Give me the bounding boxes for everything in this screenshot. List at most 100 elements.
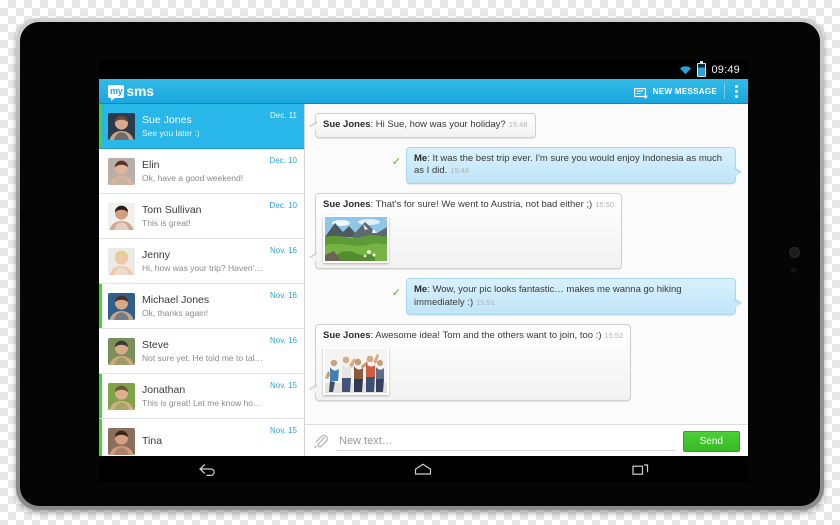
new-message-icon <box>633 86 649 98</box>
message-time: 15:50 <box>595 199 614 209</box>
message-sender: Sue Jones <box>323 119 371 130</box>
message-time: 15:51 <box>476 297 495 307</box>
message-text: : Wow, your pic looks fantastic… makes m… <box>414 284 682 308</box>
avatar <box>108 202 135 230</box>
logo-sms-text: sms <box>126 83 154 99</box>
message-bubble[interactable]: Me: It was the best trip ever. I'm sure … <box>406 146 742 184</box>
conversation-date: Dec. 10 <box>269 201 297 210</box>
avatar <box>108 427 135 455</box>
conversation-date: Dec. 10 <box>269 156 297 165</box>
wifi-icon <box>679 64 692 75</box>
unread-accent-bar <box>99 239 102 283</box>
unread-accent-bar <box>99 374 102 418</box>
conversation-date: Nov. 15 <box>270 426 297 435</box>
message-row: Sue Jones: That's for sure! We went to A… <box>309 192 736 269</box>
unread-accent-bar <box>99 329 102 373</box>
conversation-preview: Ok, have a good weekend! <box>142 172 244 183</box>
message-sender: Me <box>414 152 428 164</box>
message-thread[interactable]: Sue Jones: Hi Sue, how was your holiday?… <box>305 104 748 424</box>
app-bar-actions: NEW MESSAGE <box>633 79 748 103</box>
mountain-photo[interactable] <box>323 215 389 263</box>
message-text: : That's for sure! We went to Austria, n… <box>370 198 593 210</box>
android-status-bar: 09:49 <box>99 60 748 79</box>
avatar <box>108 292 135 320</box>
message-row: ✓ Me: It was the best trip ever. I'm sure… <box>315 146 742 184</box>
home-icon[interactable] <box>401 459 445 479</box>
conversation-preview: This is great! <box>142 217 191 228</box>
avatar <box>108 112 135 140</box>
message-bubble[interactable]: Me: Wow, your pic looks fantastic… makes… <box>406 278 742 315</box>
app-body: Sue Jones See you later :) Dec. 11 Elin Ok, … <box>99 104 748 456</box>
chat-panel: Sue Jones: Hi Sue, how was your holiday?… <box>305 104 748 456</box>
conversation-row[interactable]: Tina Nov. 15 <box>99 419 304 456</box>
conversation-row[interactable]: SteveNot sure yet. He told me to talk wi… <box>99 329 304 374</box>
message-sender: Sue Jones <box>323 198 371 210</box>
conversation-name: Steve <box>142 338 169 351</box>
message-sender: Sue Jones <box>323 330 371 341</box>
conversation-name: Tina <box>142 434 163 447</box>
delivered-check-icon: ✓ <box>391 155 401 168</box>
light-sensor-icon <box>791 268 796 273</box>
conversation-name: Jenny <box>142 248 171 261</box>
conversation-name: Tom Sullivan <box>142 203 202 216</box>
conversation-date: Nov. 16 <box>270 291 297 300</box>
paperclip-icon[interactable] <box>313 433 329 449</box>
new-message-button[interactable]: NEW MESSAGE <box>633 86 717 98</box>
tablet-device-frame: 09:49 my sms NEW MESSAGE Sue Jones See y… <box>16 18 824 510</box>
device-screen: 09:49 my sms NEW MESSAGE Sue Jones See y… <box>99 60 748 456</box>
avatar <box>108 337 135 365</box>
avatar <box>108 382 135 410</box>
conversation-list[interactable]: Sue Jones See you later :) Dec. 11 Elin Ok, … <box>99 104 305 456</box>
send-button[interactable]: Send <box>682 430 740 452</box>
conversation-date: Dec. 11 <box>270 111 297 120</box>
conversation-row[interactable]: Tom Sullivan This is great! Dec. 10 <box>99 194 304 239</box>
overflow-menu-icon[interactable] <box>732 84 741 98</box>
conversation-preview: Hi, how was your trip? Haven't talk s… <box>142 262 265 273</box>
message-row: ✓ Me: Wow, your pic looks fantastic… make… <box>315 278 742 315</box>
conversation-name: Sue Jones <box>142 113 192 126</box>
conversation-row[interactable]: Elin Ok, have a good weekend! Dec. 10 <box>99 149 304 194</box>
conversation-name: Elin <box>142 158 160 171</box>
conversation-date: Nov. 16 <box>270 336 297 345</box>
android-navigation-bar <box>99 456 748 482</box>
conversation-name: Michael Jones <box>142 293 210 306</box>
message-time: 15:48 <box>450 166 470 175</box>
conversation-preview: See you later :) <box>142 127 200 138</box>
conversation-preview: This is great! Let me know how it go… <box>142 397 265 408</box>
new-message-label: NEW MESSAGE <box>652 86 717 96</box>
message-row: Sue Jones: Awesome idea! Tom and the oth… <box>308 324 736 401</box>
message-composer: Send <box>305 424 748 456</box>
unread-accent-bar <box>99 149 102 193</box>
conversation-name: Jonathan <box>142 383 186 396</box>
app-logo: my sms <box>99 83 154 101</box>
unread-accent-bar <box>99 194 102 238</box>
new-text-input[interactable] <box>337 431 675 451</box>
message-sender: Me <box>414 284 428 295</box>
message-row: Sue Jones: Hi Sue, how was your holiday?… <box>309 113 736 138</box>
avatar <box>108 157 135 185</box>
recents-icon[interactable] <box>618 459 662 479</box>
delivered-check-icon: ✓ <box>391 287 401 299</box>
avatar <box>108 247 135 275</box>
message-text: : Awesome idea! Tom and the others want … <box>370 330 602 341</box>
conversation-date: Nov. 16 <box>270 246 297 255</box>
message-bubble[interactable]: Sue Jones: That's for sure! We went to A… <box>309 192 622 269</box>
conversation-preview: Not sure yet. He told me to talk with… <box>142 352 265 363</box>
message-text: : Hi Sue, how was your holiday? <box>370 119 506 130</box>
conversation-row[interactable]: JennyHi, how was your trip? Haven't talk… <box>99 239 304 284</box>
app-bar-divider <box>724 83 725 99</box>
group-photo[interactable] <box>323 346 389 395</box>
status-bar-clock: 09:49 <box>711 63 740 76</box>
battery-icon <box>697 60 707 77</box>
conversation-row[interactable]: Sue Jones See you later :) Dec. 11 <box>99 104 304 149</box>
unread-accent-bar <box>99 284 102 328</box>
conversation-row[interactable]: Michael Jones Ok, thanks again! Nov. 16 <box>99 284 304 329</box>
conversation-row[interactable]: Jonathan This is great! Let me know how i… <box>99 374 304 419</box>
front-camera-icon <box>789 247 800 258</box>
message-bubble[interactable]: Sue Jones: Awesome idea! Tom and the oth… <box>308 324 632 401</box>
back-icon[interactable] <box>185 459 229 479</box>
message-bubble[interactable]: Sue Jones: Hi Sue, how was your holiday?… <box>309 113 536 138</box>
unread-accent-bar <box>99 104 102 148</box>
unread-accent-bar <box>99 419 102 456</box>
logo-my-bubble: my <box>108 84 125 101</box>
